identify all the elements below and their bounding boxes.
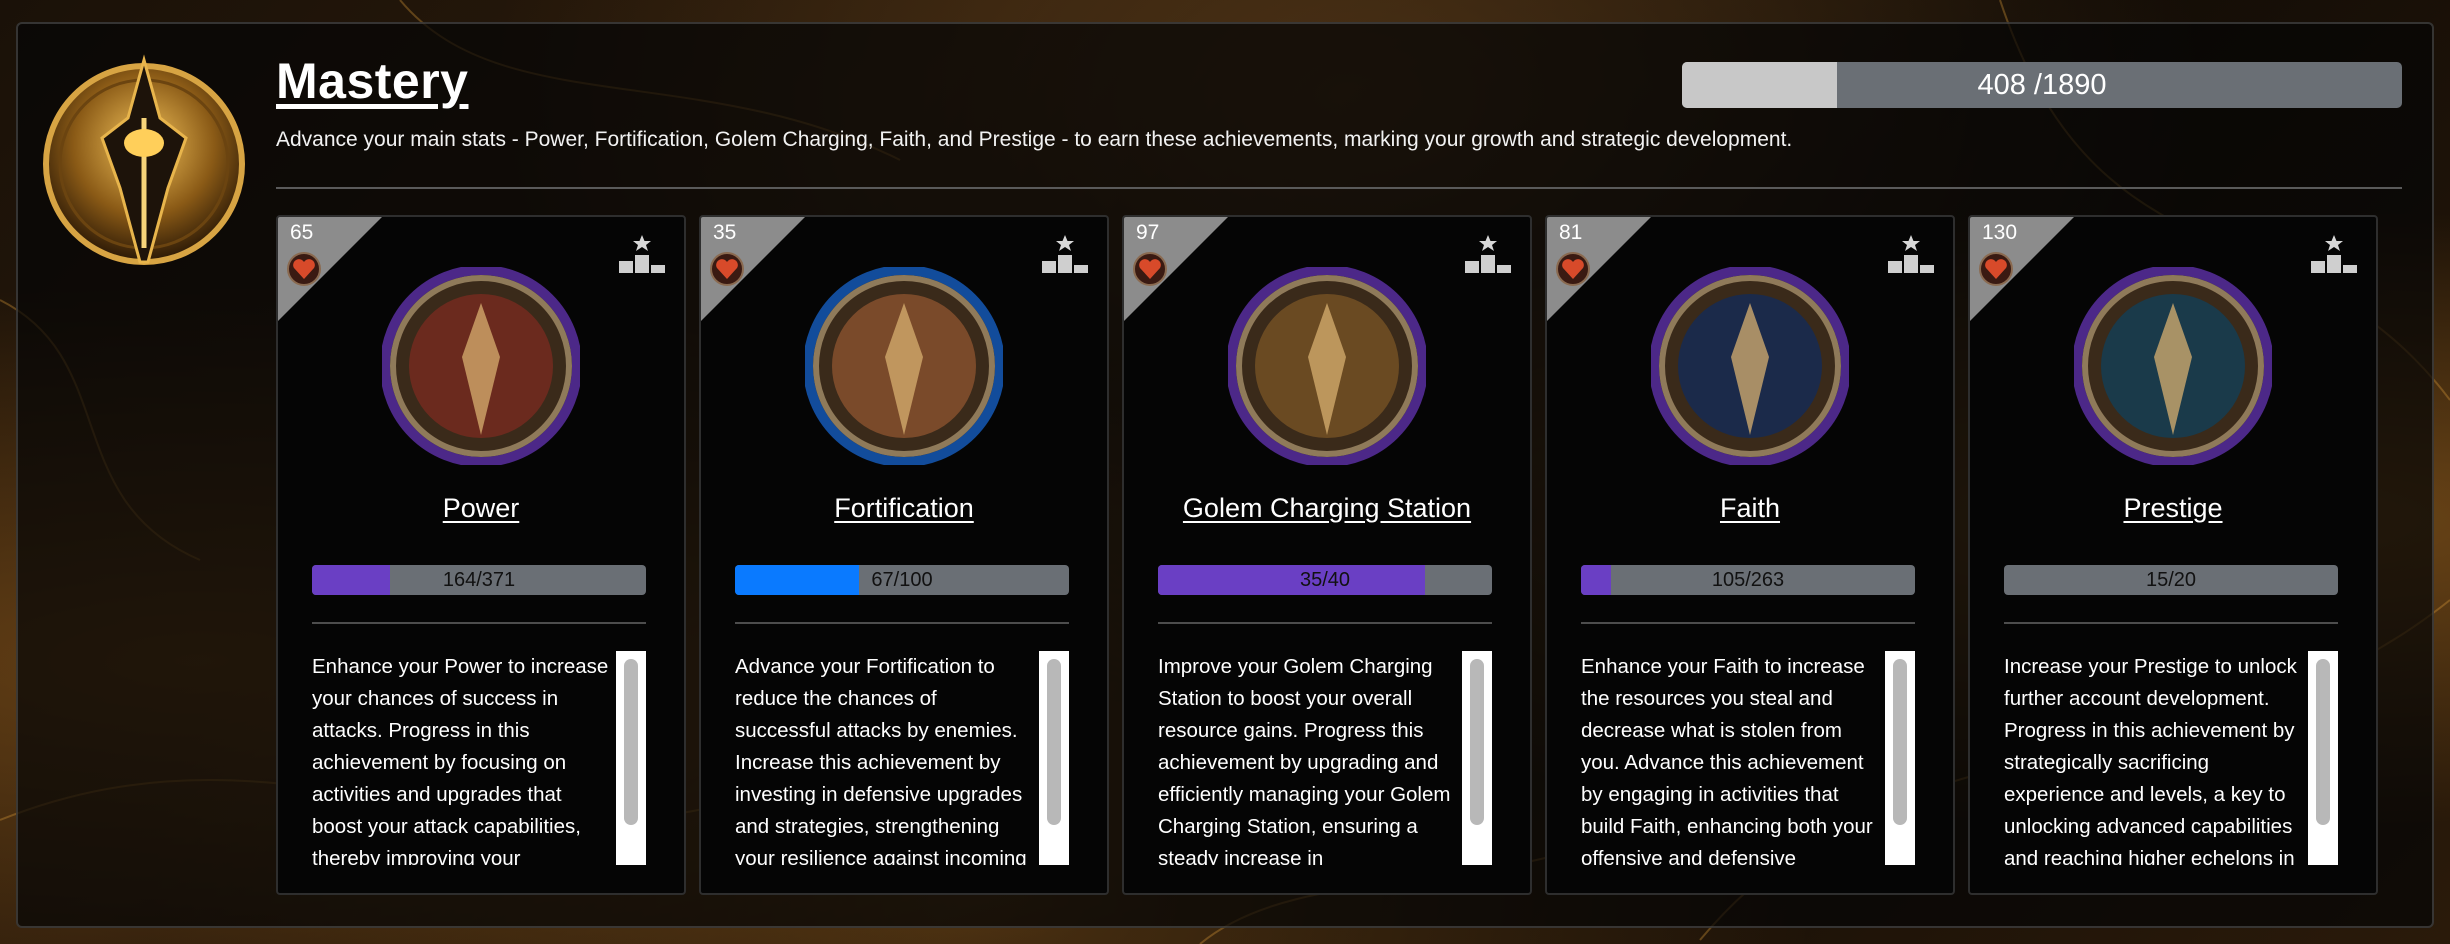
card-title[interactable]: Fortification (701, 493, 1107, 524)
level-value: 97 (1136, 221, 1160, 244)
achievement-card[interactable]: 97 Golem Charging Station 35/40 Improve … (1122, 215, 1532, 895)
achievement-portrait-icon (805, 267, 1003, 465)
card-description: Enhance your Power to increase your chan… (312, 655, 609, 865)
card-progress-text: 164/371 (442, 568, 516, 591)
heart-badge-icon (1979, 252, 2013, 286)
achievement-card[interactable]: 81 Faith 105/263 Enhance your Faith to i… (1545, 215, 1955, 895)
page-title: Mastery (276, 53, 469, 109)
card-title[interactable]: Golem Charging Station (1124, 493, 1530, 524)
description-scrollbar[interactable] (2308, 651, 2338, 865)
scrollbar-thumb[interactable] (2316, 659, 2330, 825)
scrollbar-thumb[interactable] (1047, 659, 1061, 825)
achievement-portrait-icon (2074, 267, 2272, 465)
card-progress-bar: 35/40 (1158, 565, 1492, 595)
card-progress-text: 35/40 (1299, 568, 1351, 591)
description-scrollbar[interactable] (1039, 651, 1069, 865)
card-title[interactable]: Faith (1547, 493, 1953, 524)
achievement-card[interactable]: 130 Prestige 15/20 Increase your Prestig… (1968, 215, 2378, 895)
level-value: 35 (713, 221, 737, 244)
card-divider (1158, 622, 1492, 624)
card-divider (735, 622, 1069, 624)
achievement-card[interactable]: 35 Fortification 67/100 Advance your For… (699, 215, 1109, 895)
card-progress-text: 67/100 (871, 568, 933, 591)
leaderboard-icon[interactable] (618, 233, 666, 275)
leaderboard-icon[interactable] (1887, 233, 1935, 275)
card-title[interactable]: Prestige (1970, 493, 2376, 524)
description-scrollbar[interactable] (616, 651, 646, 865)
knight-emblem-icon (43, 54, 245, 265)
description-scrollbar[interactable] (1885, 651, 1915, 865)
card-description: Enhance your Faith to increase the resou… (1581, 655, 1873, 865)
heart-badge-icon (287, 252, 321, 286)
leaderboard-icon[interactable] (1464, 233, 1512, 275)
achievement-card[interactable]: 65 Power 164/371 Enhance your Power to i… (276, 215, 686, 895)
level-value: 65 (290, 221, 314, 244)
card-divider (2004, 622, 2338, 624)
card-progress-text: 105/263 (1711, 568, 1785, 591)
achievement-portrait-icon (1228, 267, 1426, 465)
achievement-portrait-icon (382, 267, 580, 465)
heart-badge-icon (1556, 252, 1590, 286)
total-progress-text: 408 /1890 (1977, 68, 2107, 101)
scrollbar-thumb[interactable] (1470, 659, 1484, 825)
description-scrollbar[interactable] (1462, 651, 1492, 865)
heart-badge-icon (1133, 252, 1167, 286)
card-progress-bar: 105/263 (1581, 565, 1915, 595)
card-divider (1581, 622, 1915, 624)
header-divider (276, 187, 2402, 189)
card-progress-text: 15/20 (2145, 568, 2197, 591)
leaderboard-icon[interactable] (2310, 233, 2358, 275)
scrollbar-thumb[interactable] (624, 659, 638, 825)
card-title[interactable]: Power (278, 493, 684, 524)
card-description: Increase your Prestige to unlock further… (2004, 655, 2297, 865)
scrollbar-thumb[interactable] (1893, 659, 1907, 825)
level-value: 130 (1982, 221, 2018, 244)
heart-badge-icon (710, 252, 744, 286)
page-subtitle: Advance your main stats - Power, Fortifi… (276, 128, 1793, 151)
card-progress-bar: 67/100 (735, 565, 1069, 595)
total-progress-bar: 408 /1890 (1682, 62, 2402, 108)
card-description: Improve your Golem Charging Station to b… (1158, 655, 1451, 865)
achievement-portrait-icon (1651, 267, 1849, 465)
card-description: Advance your Fortification to reduce the… (735, 655, 1027, 865)
card-progress-bar: 15/20 (2004, 565, 2338, 595)
level-value: 81 (1559, 221, 1583, 244)
card-divider (312, 622, 646, 624)
card-progress-bar: 164/371 (312, 565, 646, 595)
leaderboard-icon[interactable] (1041, 233, 1089, 275)
